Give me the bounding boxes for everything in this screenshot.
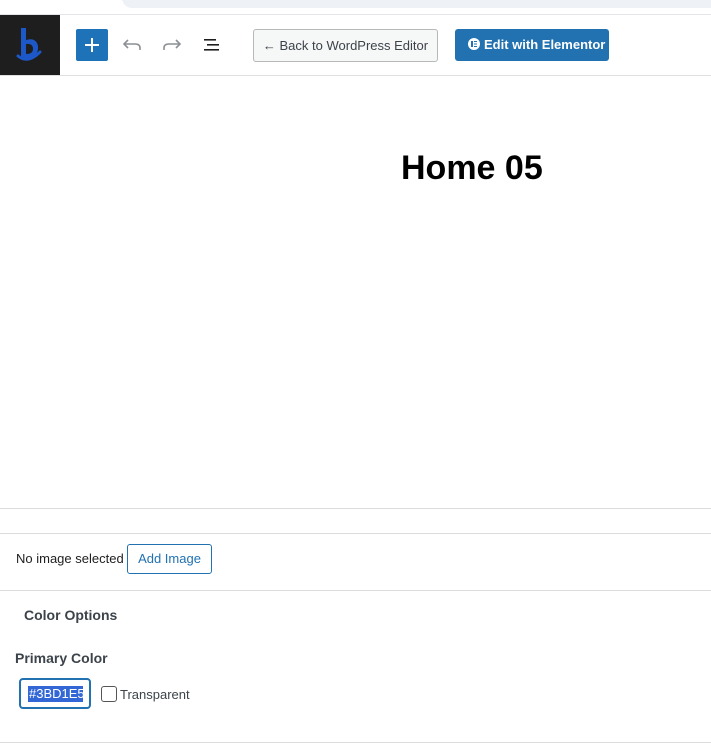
browser-chrome-strip — [0, 0, 711, 15]
undo-button[interactable] — [116, 29, 148, 61]
color-options-heading: Color Options — [24, 607, 118, 623]
divider — [0, 742, 711, 743]
plus-icon — [85, 38, 99, 52]
undo-icon — [122, 39, 141, 50]
editor-toolbar: ← Back to WordPress Editor Edit with Ele… — [0, 15, 711, 76]
primary-color-label: Primary Color — [15, 650, 108, 666]
transparent-label[interactable]: Transparent — [120, 687, 190, 702]
edit-with-elementor-button[interactable]: Edit with Elementor — [455, 29, 609, 61]
primary-color-input[interactable]: #3BD1E5 — [19, 678, 91, 709]
primary-color-value: #3BD1E5 — [28, 686, 83, 702]
redo-icon — [163, 39, 182, 50]
page-title[interactable]: Home 05 — [401, 149, 543, 188]
no-image-status: No image selected — [16, 551, 124, 566]
site-logo-button[interactable] — [0, 15, 60, 75]
divider — [0, 508, 711, 509]
elementor-button-label: Edit with Elementor — [484, 37, 606, 52]
list-view-icon — [204, 39, 219, 51]
redo-button[interactable] — [156, 29, 188, 61]
elementor-icon — [468, 38, 480, 50]
add-image-button[interactable]: Add Image — [127, 544, 212, 574]
add-block-button[interactable] — [76, 29, 108, 61]
document-overview-button[interactable] — [196, 29, 228, 61]
back-to-wordpress-editor-button[interactable]: ← Back to WordPress Editor — [253, 29, 438, 62]
address-bar-edge — [122, 0, 711, 8]
divider — [0, 590, 711, 591]
editor-canvas[interactable]: Home 05 — [0, 77, 711, 508]
divider — [0, 533, 711, 534]
logo-icon — [16, 28, 42, 61]
transparent-checkbox[interactable] — [101, 686, 117, 702]
